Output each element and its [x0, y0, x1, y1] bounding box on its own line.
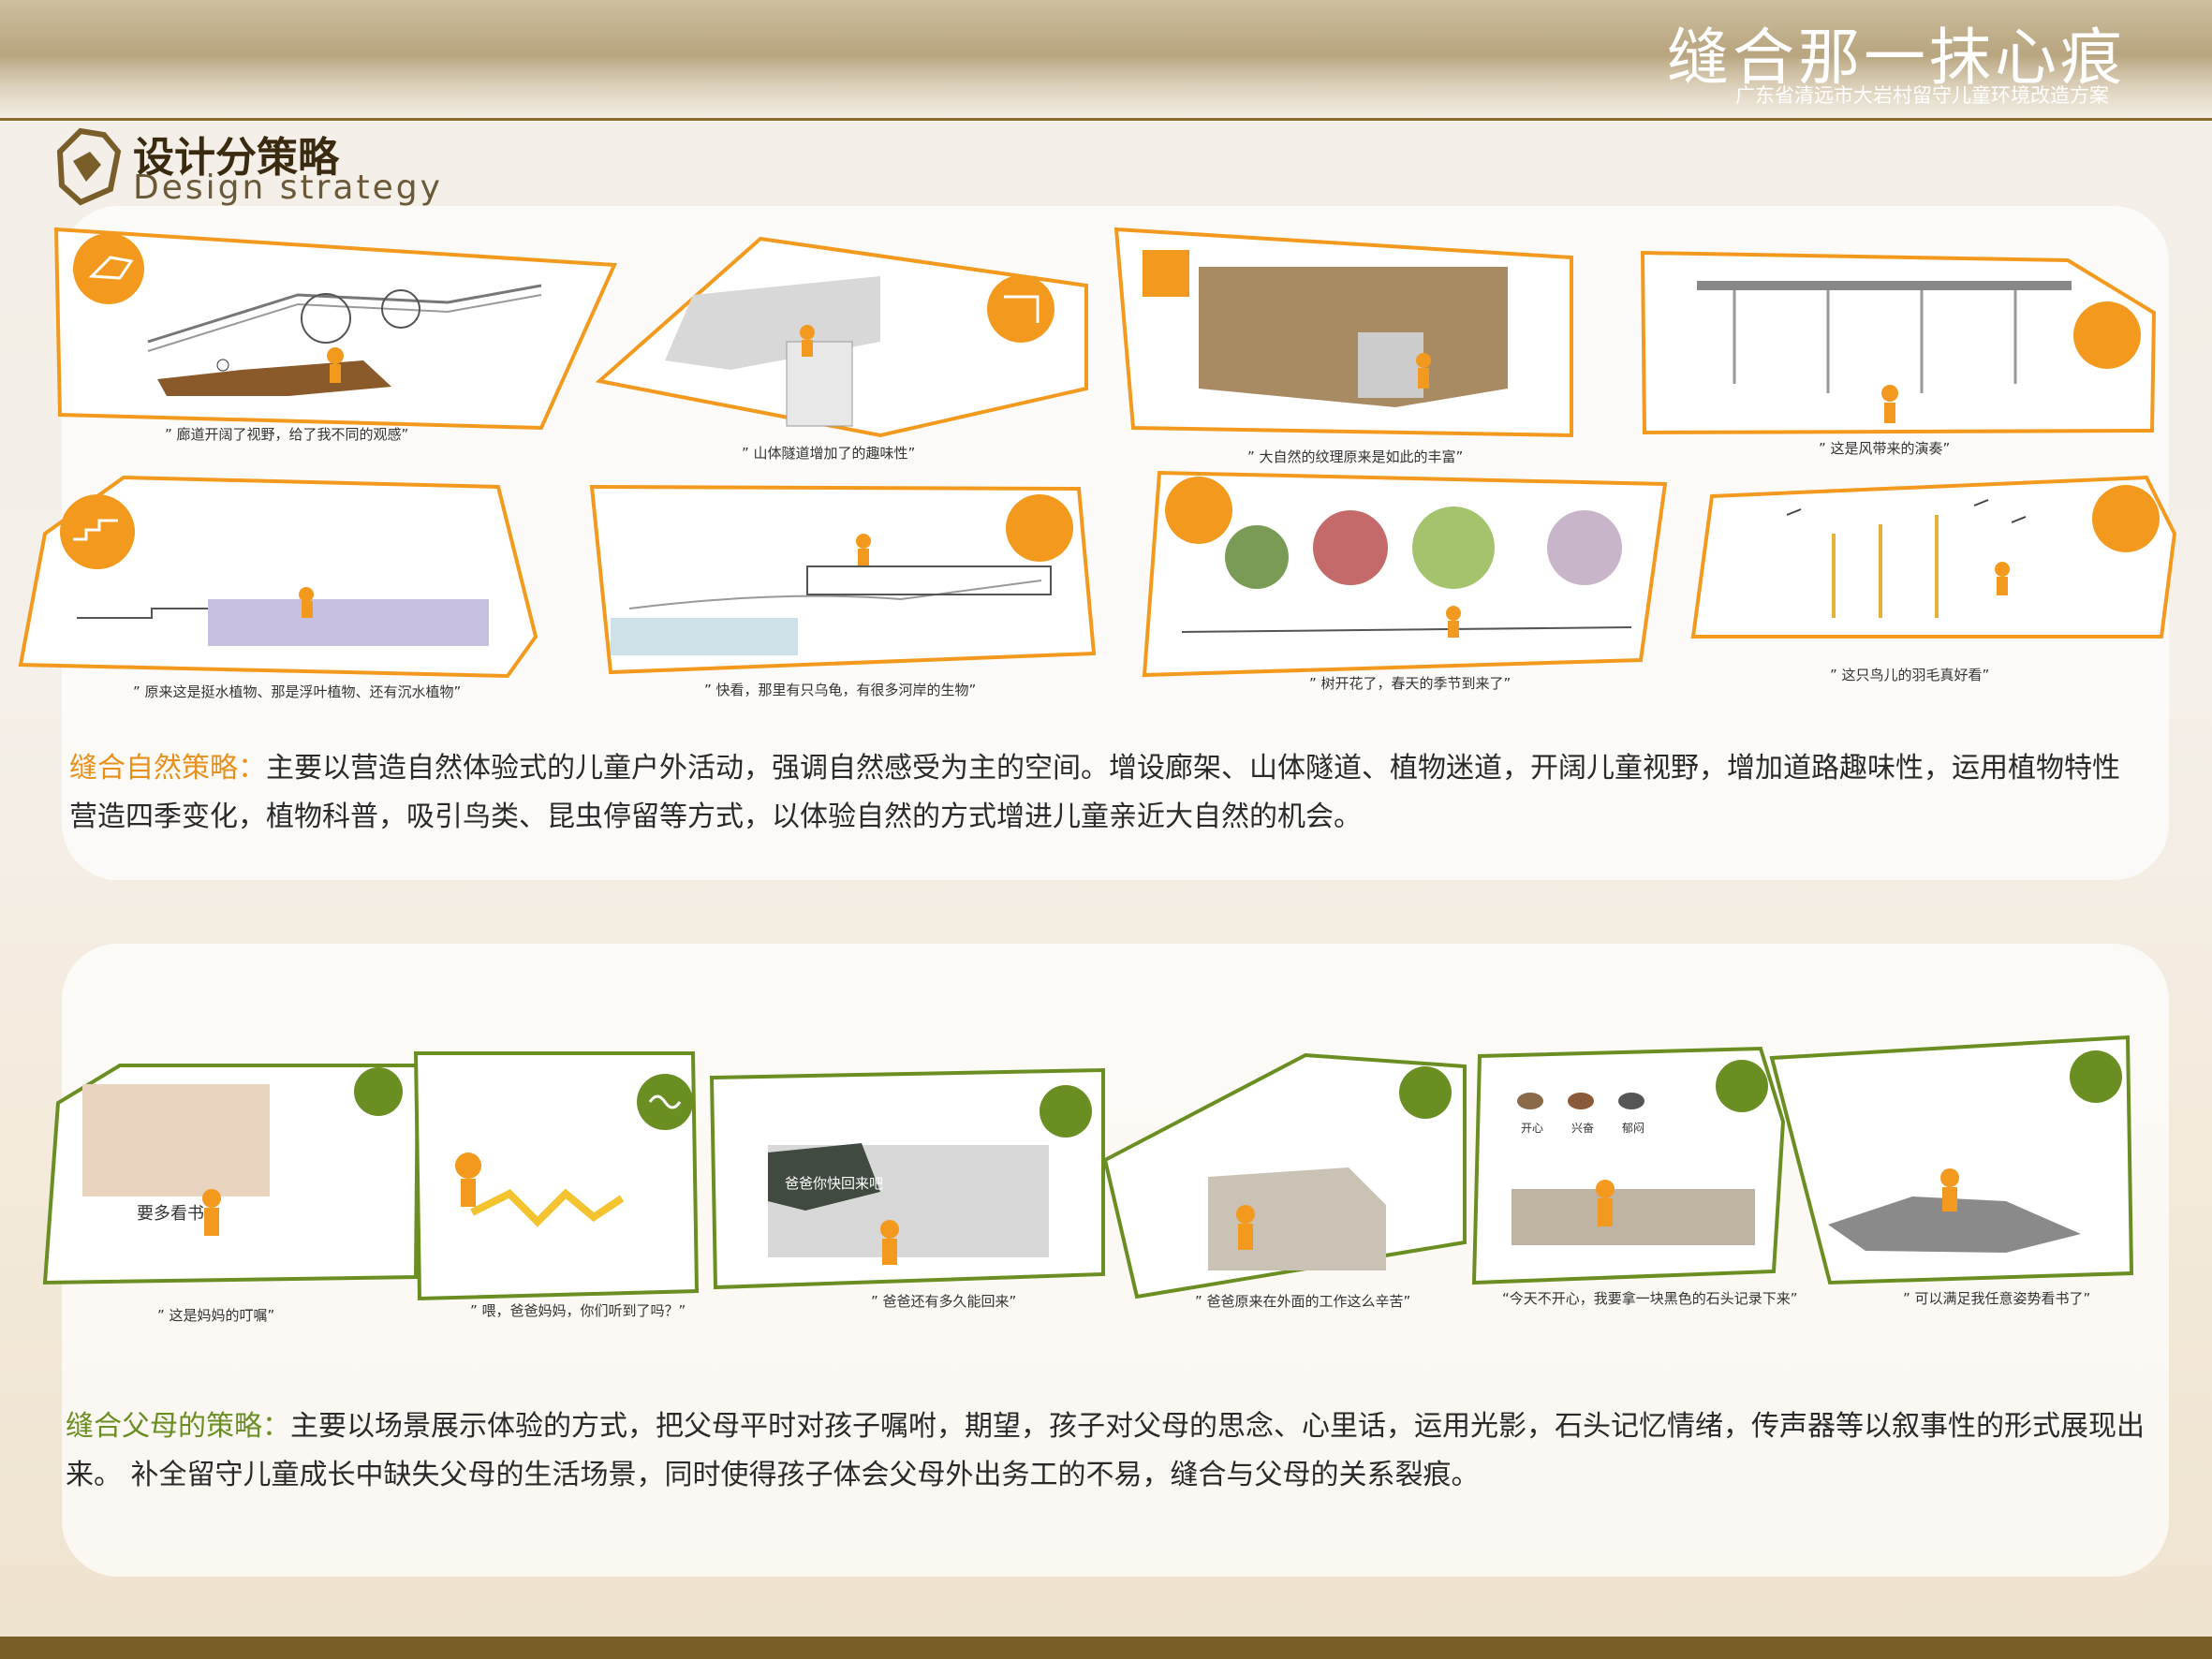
parents-card-work: ” 爸爸原来在外面的工作这么辛苦” — [1102, 1052, 1467, 1310]
nature-card-bird: ” 这只鸟儿的羽毛真好看” — [1690, 475, 2180, 683]
texture-icon — [1143, 250, 1189, 297]
parents-strategy-lead: 缝合父母的策略： — [66, 1410, 290, 1443]
footer-bar — [0, 1637, 2212, 1659]
caption-corridor: ” 廊道开阔了视野，给了我不同的观感” — [165, 426, 409, 443]
page-subtitle: 广东省清远市大岩村留守儿童环境改造方案 — [1735, 84, 2109, 107]
scene-text-chalkboard: 爸爸你快回来吧 — [785, 1175, 884, 1192]
caption-phone: ” 喂，爸爸妈妈，你们听到了吗？” — [470, 1302, 686, 1319]
section-subtitle: Design strategy — [133, 169, 443, 207]
stones-icon — [1716, 1060, 1768, 1112]
nature-card-texture: ” 大自然的纹理原来是如此的丰富” — [1113, 227, 1573, 465]
nature-strategy-body: 主要以营造自然体验式的儿童户外活动，强调自然感受为主的空间。增设廊架、山体隧道、… — [69, 752, 2120, 833]
nature-strategy-lead: 缝合自然策略： — [69, 752, 266, 785]
nature-card-aquatic: ” 原来这是挺水植物、那是浮叶植物、还有沉水植物” — [18, 475, 545, 700]
wind-chime-icon — [2073, 301, 2141, 369]
nature-card-turtle: ” 快看，那里有只乌龟，有很多河岸的生物” — [589, 484, 1098, 698]
nature-card-blossom: ” 树开花了，春天的季节到来了” — [1142, 470, 1669, 692]
stitch-logo-icon — [56, 127, 122, 206]
caption-aquatic: ” 原来这是挺水植物、那是浮叶植物、还有沉水植物” — [133, 683, 462, 700]
caption-wind: ” 这是风带来的演奏” — [1819, 440, 1951, 457]
parents-card-phone: ” 喂，爸爸妈妈，你们听到了吗？” — [413, 1051, 704, 1319]
parents-card-books: ” 可以满足我任意姿势看书了” — [1769, 1035, 2135, 1307]
nature-card-corridor: ” 廊道开阔了视野，给了我不同的观感” — [53, 227, 618, 445]
reading-platform-icon — [2070, 1050, 2122, 1103]
parents-card-mother: 要多看书 ” 这是妈妈的叮嘱” — [42, 1064, 420, 1324]
parents-strategy-text: 缝合父母的策略：主要以场景展示体验的方式，把父母平时对孩子嘱咐，期望，孩子对父母… — [66, 1402, 2156, 1500]
caption-work: ” 爸爸原来在外面的工作这么辛苦” — [1195, 1293, 1411, 1310]
caption-bird: ” 这只鸟儿的羽毛真好看” — [1830, 667, 1990, 683]
nature-card-wind: ” 这是风带来的演奏” — [1640, 250, 2157, 461]
caption-mother: ” 这是妈妈的叮嘱” — [157, 1307, 275, 1324]
caption-books: ” 可以满足我任意姿势看书了” — [1903, 1290, 2091, 1307]
nature-strategy-text: 缝合自然策略：主要以营造自然体验式的儿童户外活动，强调自然感受为主的空间。增设廊… — [69, 744, 2139, 842]
parents-card-stones: 开心 兴奋 郁闷 “今天不开心，我要拿一块黑色的石头记录下来” — [1471, 1046, 1798, 1307]
parents-strategy-body: 主要以场景展示体验的方式，把父母平时对孩子嘱咐，期望，孩子对父母的思念、心里话，… — [66, 1410, 2145, 1491]
caption-texture: ” 大自然的纹理原来是如此的丰富” — [1247, 448, 1464, 465]
scene-text-reading: 要多看书 — [137, 1204, 204, 1224]
chalkboard-icon — [1040, 1085, 1092, 1138]
stone-label-happy: 开心 — [1521, 1122, 1544, 1135]
shoreline-icon — [1006, 494, 1073, 562]
header-divider — [0, 118, 2212, 121]
caption-blossom: ” 树开花了，春天的季节到来了” — [1309, 675, 1512, 692]
bamboo-icon — [2092, 485, 2160, 552]
parents-card-chalkboard: 爸爸你快回来吧 ” 爸爸还有多久能回来” — [709, 1067, 1105, 1310]
caption-chalkboard: ” 爸爸还有多久能回来” — [871, 1293, 1017, 1310]
corridor-icon — [73, 233, 144, 304]
caption-tunnel: ” 山体隧道增加了的趣味性” — [742, 445, 916, 462]
tunnel-icon — [987, 275, 1054, 343]
stairs-icon — [60, 494, 135, 569]
caption-stones: “今天不开心，我要拿一块黑色的石头记录下来” — [1502, 1290, 1798, 1307]
caption-turtle: ” 快看，那里有只乌龟，有很多河岸的生物” — [704, 682, 977, 698]
tree-icon — [1165, 477, 1232, 544]
shadow-wall-icon — [354, 1067, 403, 1116]
stone-label-excited: 兴奋 — [1571, 1122, 1595, 1135]
building-icon — [1399, 1066, 1452, 1119]
nature-card-tunnel: ” 山体隧道增加了的趣味性” — [595, 236, 1105, 463]
stone-label-gloomy: 郁闷 — [1622, 1122, 1645, 1135]
